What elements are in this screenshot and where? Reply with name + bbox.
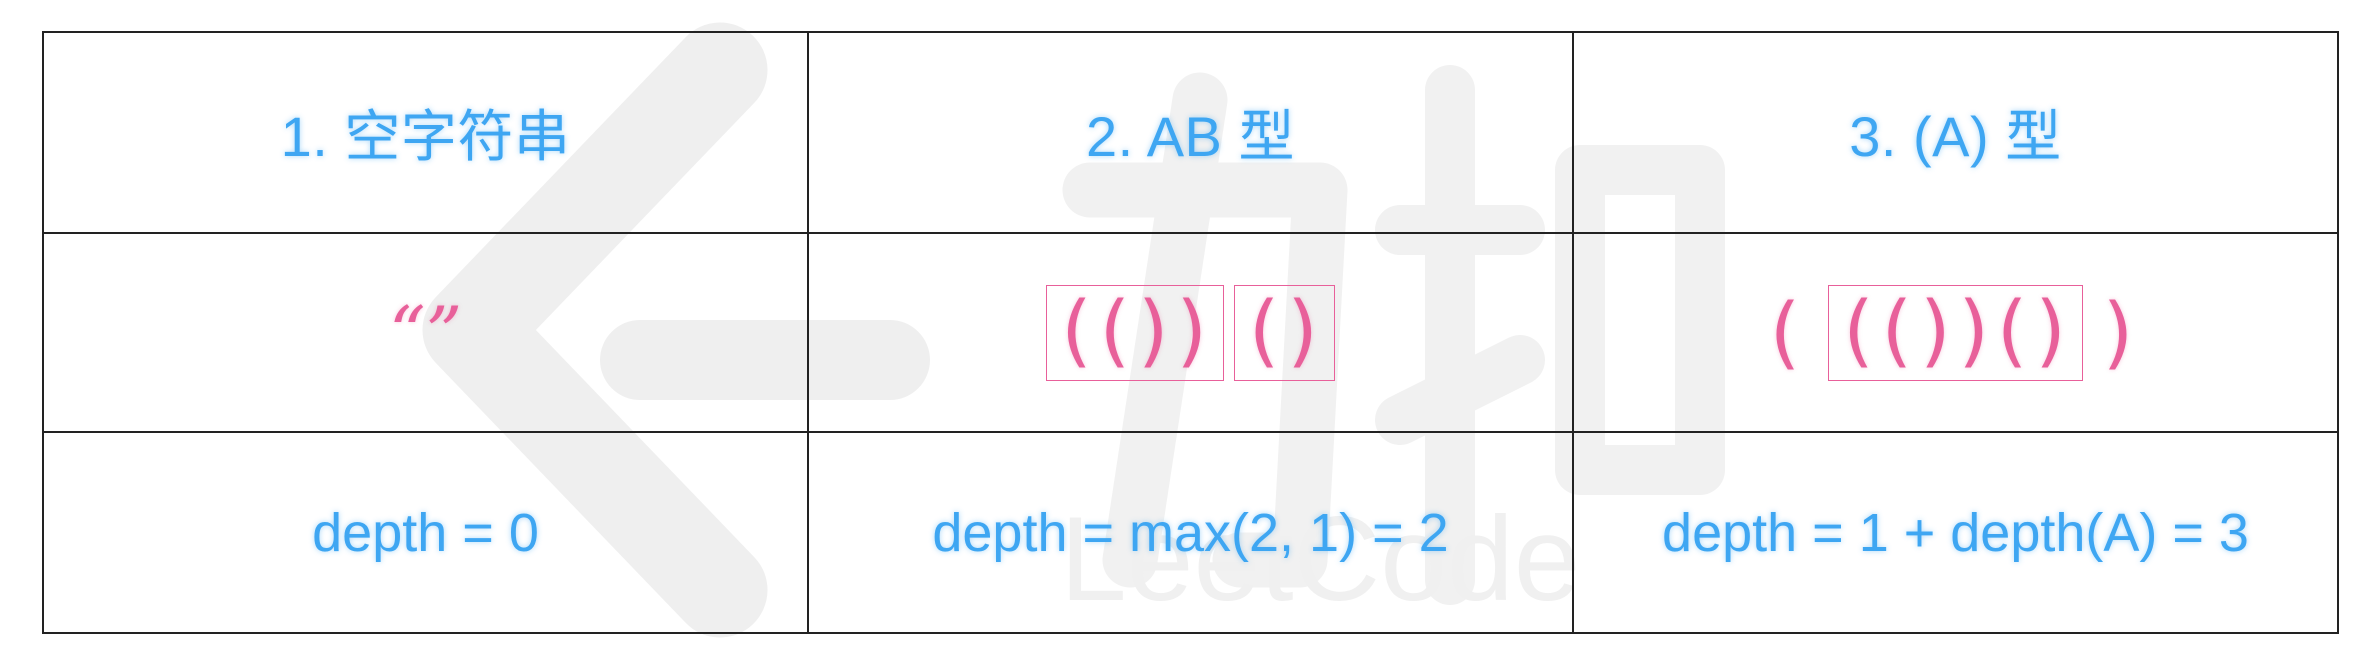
formula-cell-wrap: depth = 1 + depth(A) = 3 [1572, 431, 2339, 634]
header-cell-empty: 1. 空字符串 [42, 31, 809, 234]
formula-cell-empty: depth = 0 [42, 431, 809, 634]
wrap-inner-parens: (())() [1843, 285, 2074, 376]
example-cell-wrap: ( (())() ) [1572, 232, 2339, 433]
ab-box-b: () [1233, 284, 1335, 381]
wrap-right-paren: ) [2102, 287, 2142, 378]
grammar-table: 1. 空字符串 2. AB 型 3. (A) 型 “” (()) () (((… [42, 31, 2339, 634]
header-row: 1. 空字符串 2. AB 型 3. (A) 型 [42, 31, 2339, 234]
example-row: “” (()) () ( (())() ) [42, 232, 2339, 433]
header-ab-type: 2. AB 型 [1086, 105, 1295, 168]
example-cell-ab: (()) () [807, 232, 1574, 433]
formula-empty: depth = 0 [312, 502, 539, 563]
header-wrap-type: 3. (A) 型 [1849, 105, 2062, 168]
ab-box-a: (()) [1046, 284, 1224, 381]
example-cell-empty: “” [42, 232, 809, 433]
formula-wrap: depth = 1 + depth(A) = 3 [1662, 502, 2249, 563]
formula-cell-ab: depth = max(2, 1) = 2 [807, 431, 1574, 634]
formula-row: depth = 0 depth = max(2, 1) = 2 depth = … [42, 431, 2339, 634]
header-cell-ab: 2. AB 型 [807, 31, 1574, 234]
header-empty-string: 1. 空字符串 [280, 105, 571, 168]
ab-parens-b: () [1248, 285, 1326, 376]
wrap-inner-box: (())() [1828, 284, 2083, 381]
wrap-left-paren: ( [1769, 287, 1809, 378]
ab-parens-a: (()) [1061, 285, 1215, 376]
empty-string-quotes: “” [388, 290, 463, 375]
diagram-canvas: LeetCode 1. 空字符串 2. AB 型 3. (A) 型 “” (()… [0, 0, 2368, 658]
header-cell-wrap: 3. (A) 型 [1572, 31, 2339, 234]
formula-ab: depth = max(2, 1) = 2 [932, 502, 1449, 563]
